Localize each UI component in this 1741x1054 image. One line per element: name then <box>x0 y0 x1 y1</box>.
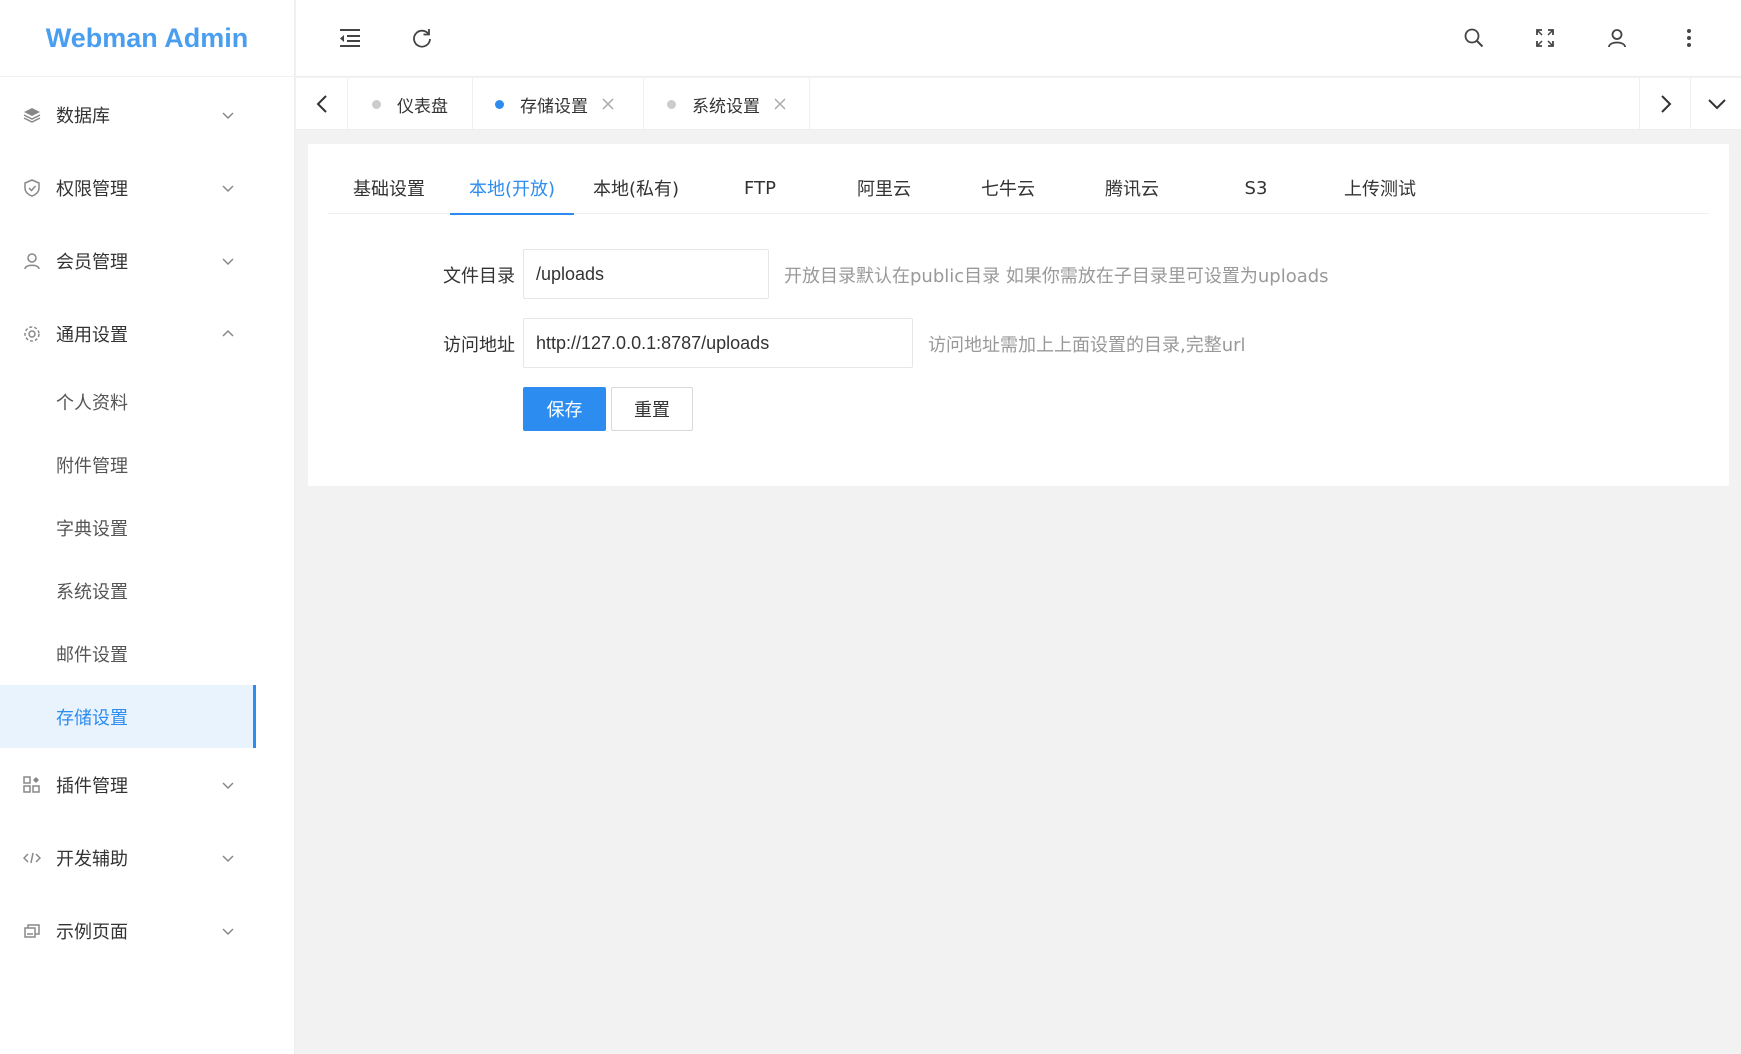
chevron-down-icon <box>222 257 234 265</box>
page-tab-label: 仪表盘 <box>397 96 448 117</box>
chevron-up-icon <box>222 329 234 337</box>
sidebar-item-label: 通用设置 <box>56 324 128 346</box>
chevron-down-icon <box>222 854 234 862</box>
sidebar-subitem-mail-settings[interactable]: 邮件设置 <box>0 622 294 685</box>
save-button[interactable]: 保存 <box>523 387 606 431</box>
page-tab-storage-settings[interactable]: 存储设置 <box>473 78 644 130</box>
close-icon[interactable] <box>774 98 786 110</box>
access-url-label: 访问地址 <box>443 335 515 356</box>
reset-button[interactable]: 重置 <box>611 387 693 431</box>
sidebar-menu: 数据库 权限管理 会员管理 通用设置 个人资料 附件管理 字典设置 系统设置 邮… <box>0 78 294 967</box>
fullscreen-icon[interactable] <box>1529 22 1561 54</box>
directory-label: 文件目录 <box>443 266 515 287</box>
page-tab-dashboard[interactable]: 仪表盘 <box>349 78 473 130</box>
sidebar-item-label: 会员管理 <box>56 251 128 273</box>
user-icon <box>22 251 42 271</box>
sidebar: Webman Admin 数据库 权限管理 会员管理 通用设置 个人资料 附件管… <box>0 0 295 1054</box>
sidebar-item-label: 权限管理 <box>56 178 128 200</box>
storage-settings-card: 基础设置 本地(开放) 本地(私有) FTP 阿里云 七牛云 腾讯云 S3 上传… <box>308 144 1729 486</box>
template-icon <box>22 921 42 941</box>
page-tab-system-settings[interactable]: 系统设置 <box>644 78 810 130</box>
page-tab-label: 存储设置 <box>520 96 588 117</box>
directory-input[interactable] <box>523 249 769 299</box>
tab-status-dot <box>495 99 504 109</box>
general-settings-submenu: 个人资料 附件管理 字典设置 系统设置 邮件设置 存储设置 <box>0 370 294 748</box>
sidebar-subitem-attachments[interactable]: 附件管理 <box>0 433 294 496</box>
sidebar-item-label: 数据库 <box>56 105 110 127</box>
tab-status-dot <box>667 99 676 109</box>
sidebar-item-example-pages[interactable]: 示例页面 <box>0 894 294 967</box>
access-url-hint: 访问地址需加上上面设置的目录,完整url <box>928 335 1246 356</box>
apps-icon <box>22 775 42 795</box>
sidebar-subitem-dictionary[interactable]: 字典设置 <box>0 496 294 559</box>
tab-s3[interactable]: S3 <box>1194 162 1318 214</box>
tab-ftp[interactable]: FTP <box>698 162 822 214</box>
sidebar-item-dev-tools[interactable]: 开发辅助 <box>0 821 294 894</box>
sidebar-item-general-settings[interactable]: 通用设置 <box>0 297 294 370</box>
sidebar-item-label: 插件管理 <box>56 775 128 797</box>
tab-status-dot <box>372 99 381 109</box>
app-logo[interactable]: Webman Admin <box>0 0 294 77</box>
sidebar-item-plugins[interactable]: 插件管理 <box>0 748 294 821</box>
chevron-down-icon <box>222 184 234 192</box>
tab-tencent-cloud[interactable]: 腾讯云 <box>1070 162 1194 214</box>
page-tab-label: 系统设置 <box>692 96 760 117</box>
code-icon <box>22 848 42 868</box>
top-header <box>296 0 1741 77</box>
sidebar-subitem-storage-settings[interactable]: 存储设置 <box>0 685 256 748</box>
search-icon[interactable] <box>1458 22 1490 54</box>
tab-aliyun[interactable]: 阿里云 <box>822 162 946 214</box>
storage-type-tabs: 基础设置 本地(开放) 本地(私有) FTP 阿里云 七牛云 腾讯云 S3 上传… <box>328 162 1709 215</box>
sidebar-subitem-system-settings[interactable]: 系统设置 <box>0 559 294 622</box>
collapse-sidebar-icon[interactable] <box>334 22 366 54</box>
shield-icon <box>22 178 42 198</box>
directory-hint: 开放目录默认在public目录 如果你需放在子目录里可设置为uploads <box>784 266 1329 287</box>
close-icon[interactable] <box>602 98 614 110</box>
tabs-menu-chevron-down-icon[interactable] <box>1690 78 1741 130</box>
sidebar-subitem-profile[interactable]: 个人资料 <box>0 370 294 433</box>
chevron-down-icon <box>222 781 234 789</box>
sidebar-item-label: 开发辅助 <box>56 848 128 870</box>
layers-icon <box>22 105 42 125</box>
tab-local-public[interactable]: 本地(开放) <box>450 162 574 215</box>
chevron-down-icon <box>222 111 234 119</box>
chevron-down-icon <box>222 927 234 935</box>
more-options-icon[interactable] <box>1673 22 1705 54</box>
access-url-input[interactable] <box>523 318 913 368</box>
gear-icon <box>22 324 42 344</box>
sidebar-item-database[interactable]: 数据库 <box>0 78 294 151</box>
tab-basic-settings[interactable]: 基础设置 <box>328 162 450 214</box>
tab-qiniu[interactable]: 七牛云 <box>946 162 1070 214</box>
refresh-icon[interactable] <box>406 22 438 54</box>
tab-local-private[interactable]: 本地(私有) <box>574 162 698 214</box>
tabs-scroll-right-icon[interactable] <box>1639 78 1691 130</box>
sidebar-item-members[interactable]: 会员管理 <box>0 224 294 297</box>
page-tabs-bar: 仪表盘 存储设置 系统设置 <box>296 78 1741 130</box>
tabs-scroll-left-icon[interactable] <box>296 78 348 130</box>
sidebar-item-label: 示例页面 <box>56 921 128 943</box>
user-account-icon[interactable] <box>1601 22 1633 54</box>
tab-upload-test[interactable]: 上传测试 <box>1318 162 1442 214</box>
sidebar-item-permissions[interactable]: 权限管理 <box>0 151 294 224</box>
